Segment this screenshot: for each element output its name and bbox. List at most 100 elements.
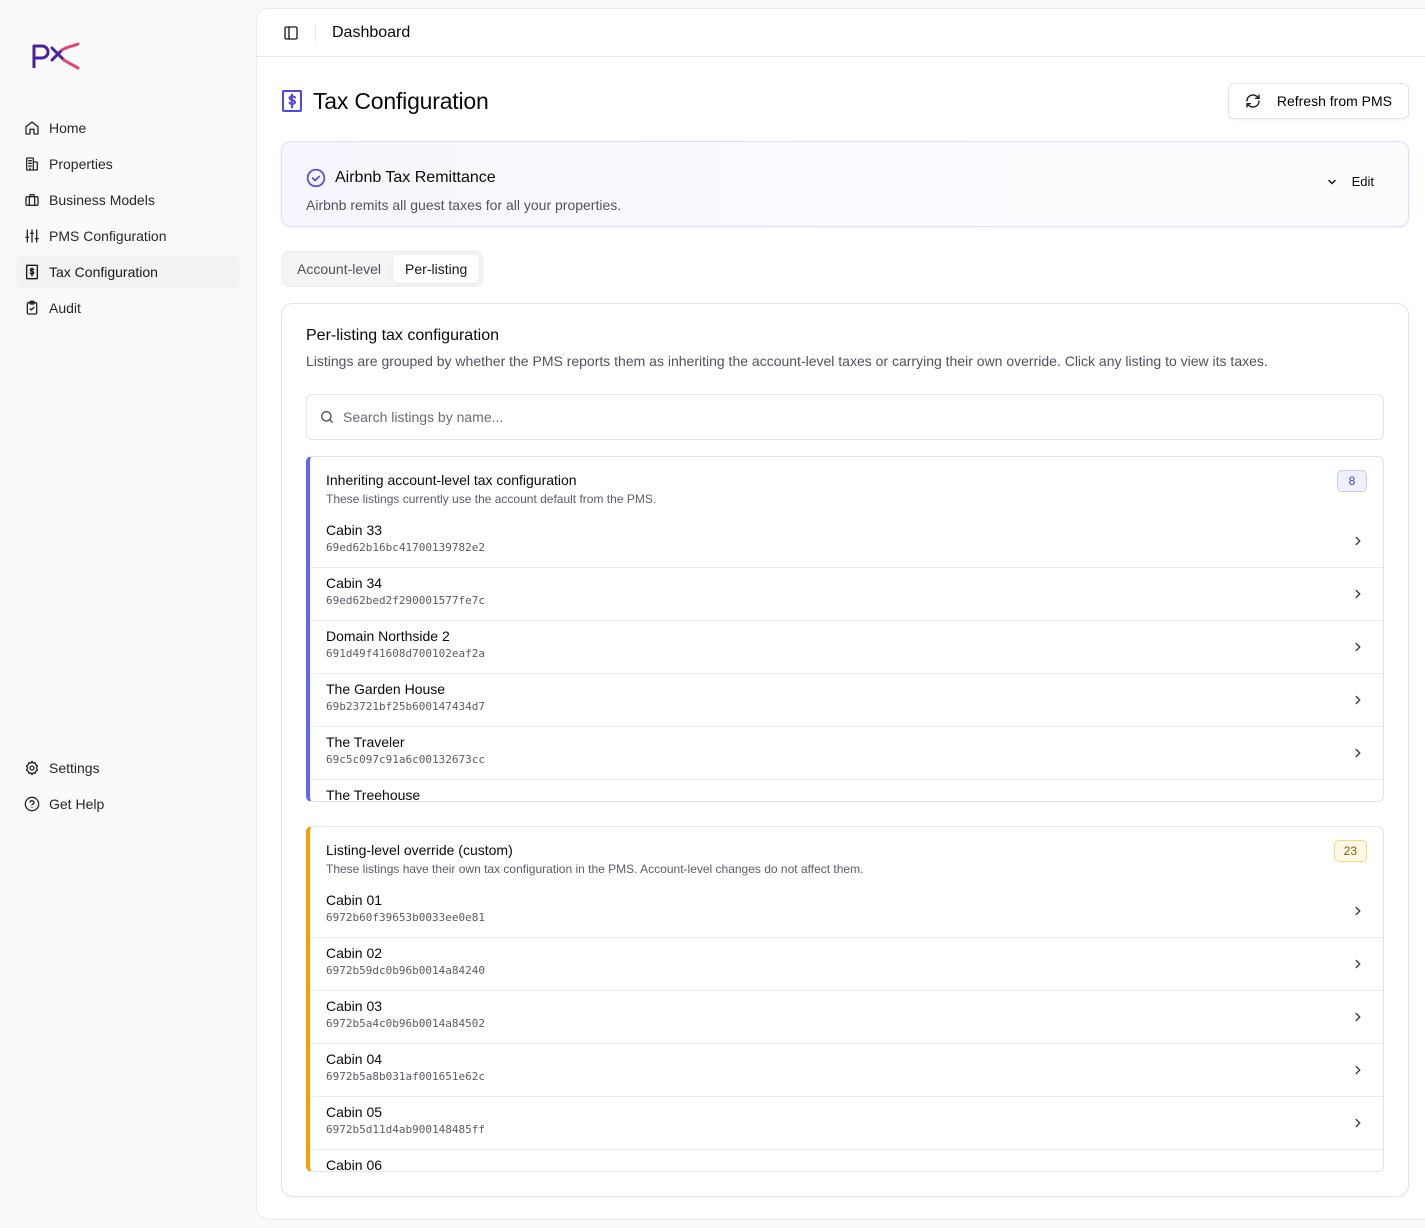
group-header: Listing-level override (custom) These li… [326, 839, 1367, 885]
scope-tabs: Account-level Per-listing [281, 251, 484, 287]
sidebar-item-properties[interactable]: Properties [16, 148, 240, 180]
listing-list: Cabin 01 6972b60f39653b0033ee0e81 Cabin … [310, 885, 1383, 1172]
edit-label: Edit [1351, 174, 1374, 189]
remittance-edit-button[interactable]: Edit [1326, 174, 1374, 189]
config-description: Listings are grouped by whether the PMS … [306, 353, 1268, 369]
listing-row[interactable]: Cabin 04 6972b5a8b031af001651e62c [310, 1044, 1383, 1097]
listing-id: 69c5c097c91a6c00132673cc [326, 753, 485, 766]
listing-id: 6972b5d11d4ab900148485ff [326, 1123, 485, 1136]
topbar: Dashboard [257, 9, 1425, 57]
page-header: Tax Configuration Refresh from PMS [281, 81, 1409, 121]
receipt-icon [26, 264, 38, 280]
refresh-icon [1246, 94, 1260, 108]
listing-name: Cabin 03 [326, 998, 383, 1014]
group-title: Listing-level override (custom) [326, 842, 513, 858]
sidebar-nav: Home Properties Business Models PMS Conf… [16, 112, 240, 328]
search-box [306, 394, 1384, 440]
count-badge: 23 [1333, 840, 1367, 862]
briefcase-icon [25, 194, 39, 206]
sidebar-item-label: PMS Configuration [49, 228, 167, 244]
sidebar-item-pms-configuration[interactable]: PMS Configuration [16, 220, 240, 252]
listing-row[interactable]: Cabin 03 6972b5a4c0b96b0014a84502 [310, 991, 1383, 1044]
sidebar-item-label: Business Models [49, 192, 155, 208]
per-listing-config-card: Per-listing tax configuration Listings a… [281, 303, 1409, 1197]
listing-id: 69ed62b16bc41700139782e2 [326, 541, 485, 554]
listing-name: Domain Northside 2 [326, 628, 450, 644]
chevron-right-icon [1355, 695, 1361, 705]
group-header: Inheriting account-level tax configurati… [326, 469, 1367, 515]
sidebar-item-get-help[interactable]: Get Help [16, 788, 240, 820]
page-title: Tax Configuration [281, 88, 489, 115]
sidebar-item-label: Audit [49, 300, 81, 316]
breadcrumb[interactable]: Dashboard [332, 24, 410, 42]
listing-row[interactable]: Cabin 02 6972b59dc0b96b0014a84240 [310, 938, 1383, 991]
remittance-title: Airbnb Tax Remittance [306, 168, 496, 188]
building-icon [26, 157, 38, 171]
config-title: Per-listing tax configuration [306, 327, 499, 344]
listing-row[interactable]: The Garden House 69b23721bf25b600147434d… [310, 674, 1383, 727]
chevron-right-icon [1355, 959, 1361, 969]
receipt-dollar-icon [282, 90, 302, 112]
sidebar-item-label: Get Help [49, 796, 105, 812]
inheriting-listings-group: Inheriting account-level tax configurati… [306, 456, 1384, 802]
chevron-down-icon [1327, 179, 1336, 184]
sliders-icon [25, 229, 39, 243]
sidebar-toggle-icon[interactable] [283, 25, 299, 41]
listing-name: Cabin 01 [326, 892, 383, 908]
listing-row[interactable]: Cabin 05 6972b5d11d4ab900148485ff [310, 1097, 1383, 1150]
listing-id: 6972b59dc0b96b0014a84240 [326, 964, 485, 977]
search-input[interactable] [343, 409, 1343, 425]
main-panel: Dashboard Tax Configuration Refresh from… [256, 8, 1425, 1220]
refresh-button-label: Refresh from PMS [1276, 93, 1392, 109]
listing-row[interactable]: The Treehouse [310, 780, 1383, 802]
listing-row[interactable]: Cabin 33 69ed62b16bc41700139782e2 [310, 515, 1383, 568]
listing-row[interactable]: Cabin 34 69ed62bed2f290001577fe7c [310, 568, 1383, 621]
clipboard-check-icon [26, 300, 38, 315]
sidebar-item-home[interactable]: Home [16, 112, 240, 144]
sidebar-item-label: Tax Configuration [49, 264, 158, 280]
sidebar-item-business-models[interactable]: Business Models [16, 184, 240, 216]
sidebar-item-label: Settings [49, 760, 100, 776]
group-subtitle: These listings have their own tax config… [326, 862, 864, 876]
group-subtitle: These listings currently use the account… [326, 492, 657, 506]
remittance-description: Airbnb remits all guest taxes for all yo… [306, 197, 622, 213]
listing-id: 6972b5a4c0b96b0014a84502 [326, 1017, 485, 1030]
tab-per-listing[interactable]: Per-listing [393, 255, 480, 283]
listing-name: The Traveler [326, 734, 405, 750]
sidebar-item-audit[interactable]: Audit [16, 292, 240, 324]
chevron-right-icon [1351, 1169, 1365, 1172]
listing-id: 6972b60f39653b0033ee0e81 [326, 911, 485, 924]
listing-id: 69b23721bf25b600147434d7 [326, 700, 485, 713]
listing-name: The Garden House [326, 681, 446, 697]
refresh-from-pms-button[interactable]: Refresh from PMS [1227, 83, 1409, 119]
listing-name: Cabin 02 [326, 945, 383, 961]
airbnb-remittance-card: Airbnb Tax Remittance Airbnb remits all … [281, 141, 1409, 227]
remittance-title-text: Airbnb Tax Remittance [335, 169, 496, 186]
sidebar-secondary-nav: Settings Get Help [16, 752, 240, 824]
search-icon [321, 411, 333, 423]
listing-name: Cabin 33 [326, 522, 383, 538]
listing-row[interactable]: Cabin 01 6972b60f39653b0033ee0e81 [310, 885, 1383, 938]
check-circle-icon [306, 168, 326, 188]
sidebar-item-tax-configuration[interactable]: Tax Configuration [16, 256, 240, 288]
chevron-right-icon [1355, 1118, 1361, 1128]
listing-list: Cabin 33 69ed62b16bc41700139782e2 Cabin … [310, 515, 1383, 802]
listing-name: Cabin 34 [326, 575, 383, 591]
sidebar-item-settings[interactable]: Settings [16, 752, 240, 784]
listing-row[interactable]: The Traveler 69c5c097c91a6c00132673cc [310, 727, 1383, 780]
page-title-text: Tax Configuration [313, 87, 489, 114]
sidebar-item-label: Home [49, 120, 87, 136]
chevron-right-icon [1351, 799, 1365, 802]
listing-id: 6972b5a8b031af001651e62c [326, 1070, 485, 1083]
group-title: Inheriting account-level tax configurati… [326, 472, 577, 488]
listing-row[interactable]: Cabin 06 [310, 1150, 1383, 1172]
chevron-right-icon [1355, 748, 1361, 758]
listing-id: 69ed62bed2f290001577fe7c [326, 594, 485, 607]
tab-account-level[interactable]: Account-level [285, 255, 393, 283]
px-logo[interactable] [32, 40, 82, 72]
sidebar-item-label: Properties [49, 156, 113, 172]
listing-name: Cabin 06 [326, 1157, 383, 1172]
chevron-right-icon [1355, 589, 1361, 599]
listing-name: The Treehouse [326, 787, 421, 802]
listing-row[interactable]: Domain Northside 2 691d49f41608d700102ea… [310, 621, 1383, 674]
